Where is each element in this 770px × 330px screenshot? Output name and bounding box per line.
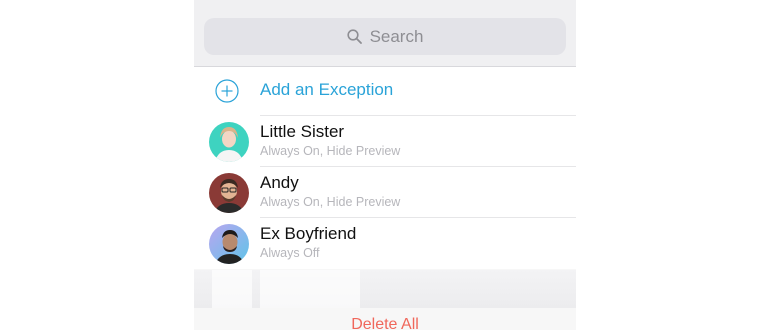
list-item[interactable]: Andy Always On, Hide Preview [194, 167, 576, 218]
contact-status: Always Off [260, 246, 320, 260]
blurred-row [212, 270, 252, 308]
search-placeholder: Search [369, 26, 424, 46]
avatar [209, 173, 249, 213]
avatar [209, 224, 249, 264]
add-exception-label: Add an Exception [260, 80, 394, 99]
contact-status: Always On, Hide Preview [260, 195, 401, 209]
delete-all-button[interactable]: Delete All [194, 316, 576, 330]
search-icon [346, 29, 362, 44]
settings-screen: Search Add an Exception Little Sister Al… [194, 0, 576, 330]
header-area: Search [194, 0, 576, 67]
list-item[interactable]: Little Sister Always On, Hide Preview [194, 116, 576, 167]
contact-status: Always On, Hide Preview [260, 144, 401, 158]
exceptions-list: Add an Exception Little Sister Always On… [194, 67, 576, 269]
plus-circle-icon [215, 79, 239, 103]
blurred-row [260, 270, 360, 308]
avatar [209, 122, 249, 162]
add-exception-button[interactable]: Add an Exception [194, 67, 576, 116]
search-input[interactable]: Search [204, 18, 566, 55]
contact-name: Little Sister [260, 122, 345, 141]
contact-name: Andy [260, 173, 299, 192]
contact-name: Ex Boyfriend [260, 224, 357, 243]
list-item[interactable]: Ex Boyfriend Always Off [194, 218, 576, 269]
